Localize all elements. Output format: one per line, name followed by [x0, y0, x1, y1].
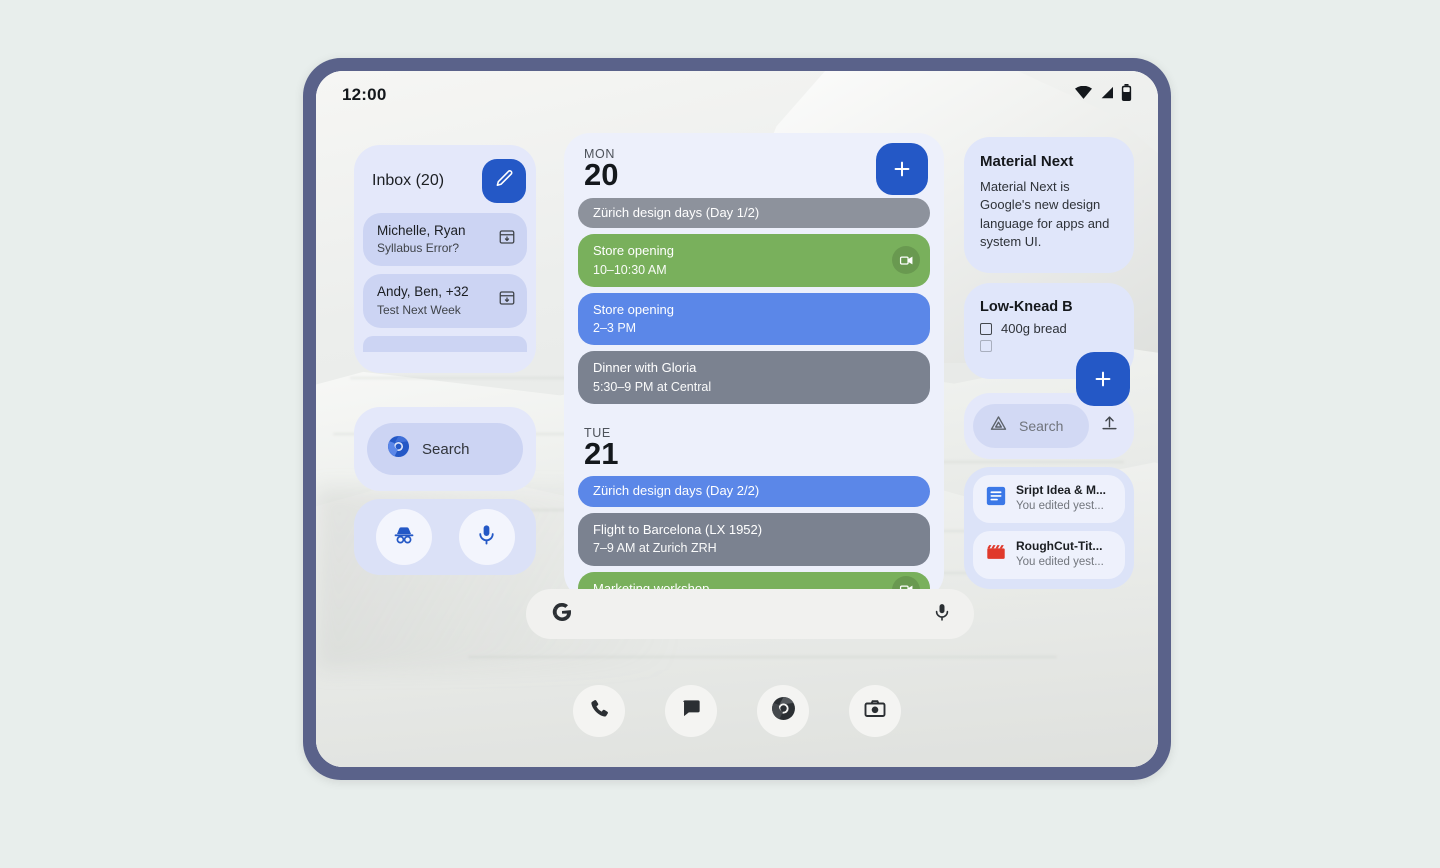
cell-signal-icon: [1099, 86, 1114, 104]
mail-list-item[interactable]: Michelle, Ryan Syllabus Error?: [363, 213, 527, 267]
calendar-event[interactable]: Dinner with Gloria 5:30–9 PM at Central: [578, 351, 930, 404]
archive-icon[interactable]: [498, 228, 516, 251]
messages-app[interactable]: [665, 685, 717, 737]
event-time: 7–9 AM at Zurich ZRH: [593, 541, 717, 556]
camera-app[interactable]: [849, 685, 901, 737]
drive-search-input[interactable]: Search: [973, 404, 1089, 448]
event-time: 5:30–9 PM at Central: [593, 379, 712, 394]
event-title: Store opening: [593, 243, 674, 259]
mail-list-item[interactable]: Andy, Ben, +32 Test Next Week: [363, 274, 527, 328]
event-title: Dinner with Gloria: [593, 360, 697, 376]
calendar-event[interactable]: Zürich design days (Day 2/2): [578, 476, 930, 507]
checkbox-icon[interactable]: [980, 322, 992, 335]
status-clock: 12:00: [342, 85, 387, 104]
chrome-icon: [771, 696, 796, 726]
google-search-bar[interactable]: [526, 589, 974, 639]
chrome-search-widget[interactable]: Search: [354, 407, 536, 491]
wifi-icon: [1075, 85, 1092, 104]
status-icons: [1075, 84, 1132, 106]
upload-icon[interactable]: [1095, 414, 1124, 438]
calendar-day-header: MON 20: [564, 133, 944, 198]
event-title: Store opening: [593, 301, 674, 317]
checkbox-icon[interactable]: [980, 340, 992, 352]
event-title: Flight to Barcelona (LX 1952): [593, 521, 763, 537]
google-g-icon: [550, 600, 574, 629]
inbox-title: Inbox (20): [372, 172, 445, 189]
camera-icon: [863, 697, 887, 726]
calendar-event[interactable]: Store opening 2–3 PM: [578, 292, 930, 346]
add-note-button[interactable]: [1076, 352, 1130, 406]
device-frame: 12:00 Inbox (20) Michelle, Ryan Syllabus…: [303, 58, 1171, 780]
inbox-header: Inbox (20): [354, 145, 536, 213]
mail-subject: Test Next Week: [377, 302, 461, 317]
mail-list-overflow: [363, 335, 527, 352]
mail-subject: Syllabus Error?: [377, 241, 460, 256]
gmail-inbox-widget[interactable]: Inbox (20) Michelle, Ryan Syllabus Error…: [354, 145, 536, 373]
calendar-event[interactable]: Flight to Barcelona (LX 1952) 7–9 AM at …: [578, 512, 930, 566]
drive-file-row[interactable]: RoughCut-Tit... You edited yest...: [973, 531, 1125, 580]
drive-icon: [988, 413, 1009, 439]
app-dock: [316, 685, 1158, 737]
note-title: Material Next: [980, 153, 1074, 170]
event-title: Zürich design days (Day 2/2): [593, 483, 760, 499]
chrome-search-input[interactable]: Search: [367, 423, 523, 475]
note-body: Material Next is Google's new design lan…: [980, 179, 1110, 250]
add-event-button[interactable]: [876, 143, 928, 195]
phone-icon: [588, 697, 611, 725]
drive-file-meta: You edited yest...: [1016, 555, 1104, 568]
drive-file-row[interactable]: Sript Idea & M... You edited yest...: [973, 475, 1125, 524]
calendar-day-number: 21: [584, 435, 619, 471]
archive-icon[interactable]: [498, 289, 516, 312]
video-call-icon[interactable]: [892, 246, 920, 275]
drive-files-widget[interactable]: Sript Idea & M... You edited yest... Rou…: [964, 467, 1134, 589]
checklist-title: Low-Knead B: [980, 299, 1073, 315]
incognito-button[interactable]: [375, 509, 432, 565]
calendar-event[interactable]: Store opening 10–10:30 AM: [578, 234, 930, 287]
clapperboard-icon: [985, 541, 1007, 568]
chrome-app[interactable]: [757, 685, 809, 737]
message-bubble-icon: [680, 697, 703, 725]
status-bar: 12:00: [316, 71, 1158, 119]
checklist-item[interactable]: 400g bread: [964, 321, 1134, 340]
phone-screen: 12:00 Inbox (20) Michelle, Ryan Syllabus…: [316, 71, 1158, 767]
chrome-actions-widget: [354, 499, 536, 575]
microphone-icon: [475, 523, 498, 551]
drive-search-placeholder: Search: [1019, 418, 1064, 434]
keep-note-widget[interactable]: Material Next Material Next is Google's …: [964, 137, 1134, 273]
google-docs-icon: [985, 485, 1007, 512]
mail-sender: Andy, Ben, +32: [377, 284, 469, 300]
calendar-widget[interactable]: MON 20 Zürich design days (Day 1/2) Stor…: [564, 133, 944, 599]
mail-sender: Michelle, Ryan: [377, 223, 466, 238]
phone-app[interactable]: [573, 685, 625, 737]
drive-file-meta: You edited yest...: [1016, 499, 1104, 512]
event-time: 10–10:30 AM: [593, 262, 667, 277]
drive-file-name: Sript Idea & M...: [1016, 483, 1107, 497]
pencil-icon: [495, 169, 514, 193]
calendar-day-header: TUE 21: [564, 410, 944, 477]
chrome-icon: [387, 435, 410, 463]
battery-icon: [1121, 84, 1132, 106]
chrome-search-placeholder: Search: [422, 440, 470, 458]
incognito-icon: [392, 523, 416, 552]
voice-search-button[interactable]: [458, 509, 515, 565]
calendar-event[interactable]: Zürich design days (Day 1/2): [578, 197, 930, 229]
event-time: 2–3 PM: [593, 321, 637, 336]
event-title: Zürich design days (Day 1/2): [593, 204, 760, 220]
compose-email-button[interactable]: [482, 159, 526, 203]
microphone-icon[interactable]: [932, 602, 952, 627]
checklist-item-label: 400g bread: [1001, 321, 1067, 336]
drive-file-name: RoughCut-Tit...: [1016, 539, 1103, 554]
